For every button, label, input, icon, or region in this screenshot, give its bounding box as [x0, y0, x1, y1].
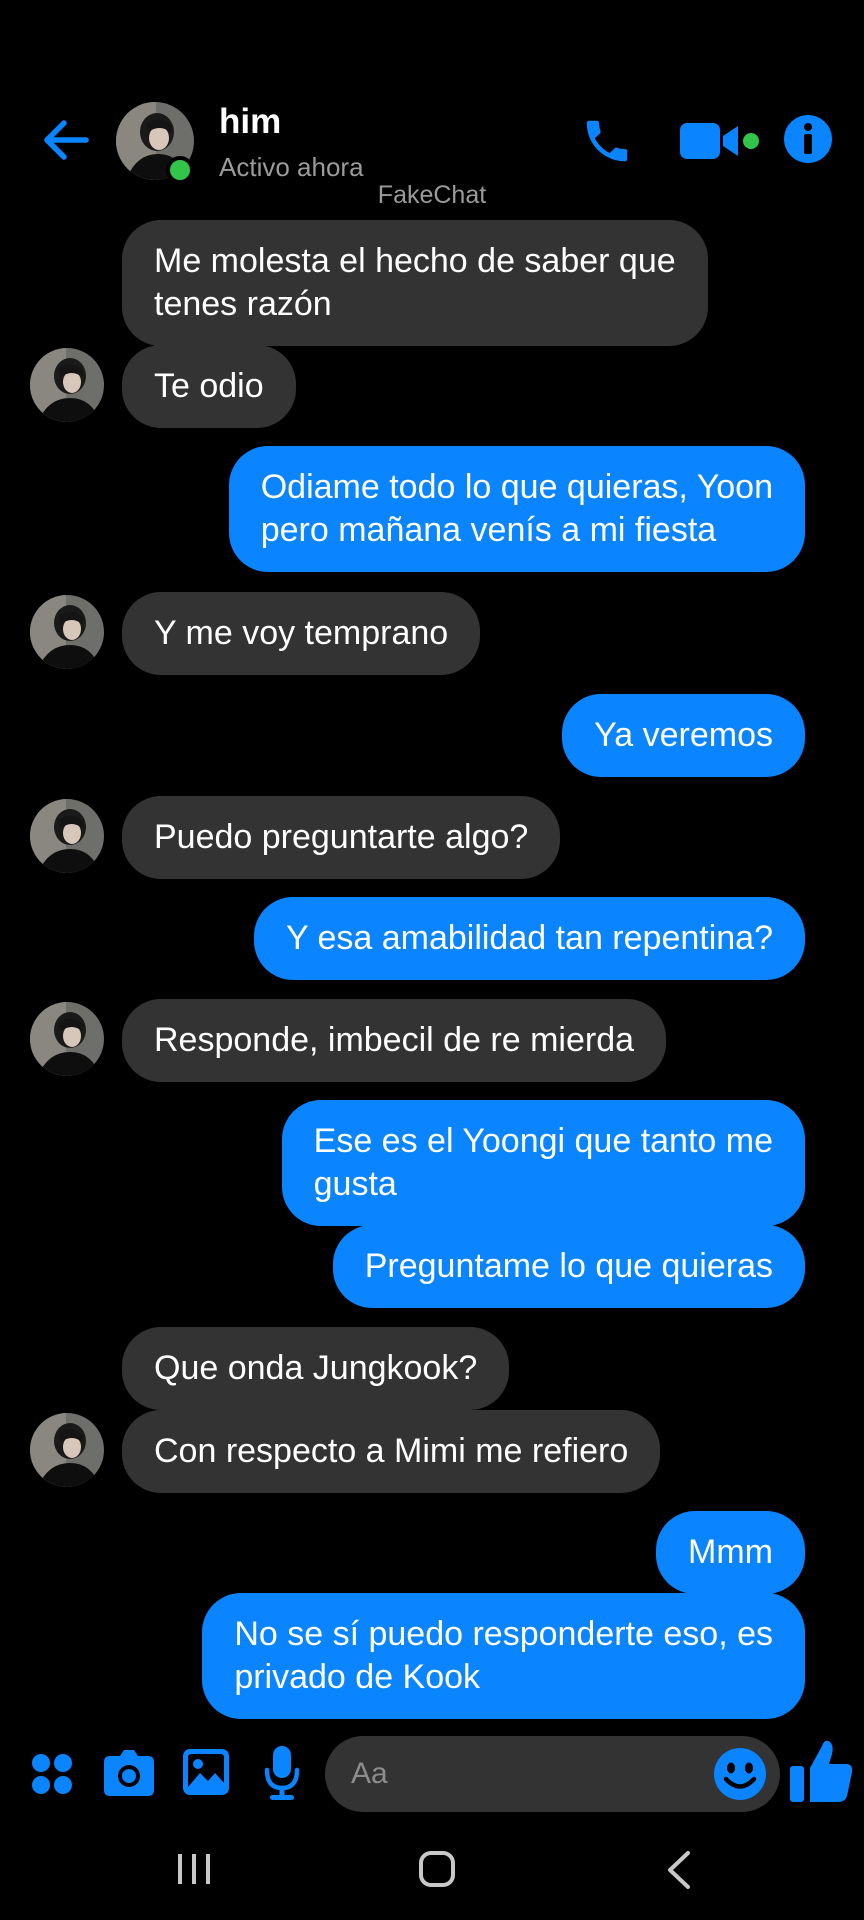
message-outgoing[interactable]: Y esa amabilidad tan repentina?: [253, 897, 805, 980]
message-line: Te odio: [154, 367, 264, 405]
message-incoming[interactable]: Responde, imbecil de re mierda: [122, 999, 667, 1082]
message-line: No se sí puedo responderte eso, es: [234, 1615, 773, 1653]
avatar[interactable]: [30, 799, 104, 873]
message-line: Con respecto a Mimi me refiero: [154, 1432, 629, 1470]
message-line: Puedo preguntarte algo?: [154, 818, 529, 856]
message-outgoing[interactable]: Preguntame lo que quieras: [332, 1225, 805, 1308]
message-input[interactable]: [351, 1736, 711, 1812]
chat-header: him Activo ahora FakeChat: [0, 0, 864, 215]
avatar[interactable]: [30, 1002, 104, 1076]
message-line: gusta: [313, 1165, 397, 1203]
avatar[interactable]: [30, 595, 104, 669]
avatar[interactable]: [30, 1413, 104, 1487]
apps-icon[interactable]: [30, 1752, 74, 1796]
message-outgoing[interactable]: Ya veremos: [562, 694, 805, 777]
message-line: Y esa amabilidad tan repentina?: [285, 919, 773, 957]
message-incoming[interactable]: Y me voy temprano: [122, 592, 481, 675]
message-line: privado de Kook: [234, 1658, 481, 1696]
message-line: Y me voy temprano: [154, 614, 449, 652]
message-outgoing[interactable]: Odiame todo lo que quieras, Yoon pero ma…: [228, 446, 805, 572]
message-line: Ese es el Yoongi que tanto me: [313, 1122, 773, 1160]
video-camera-icon[interactable]: [678, 117, 760, 165]
contact-name[interactable]: him: [219, 102, 281, 142]
message-line: Responde, imbecil de re mierda: [154, 1021, 635, 1059]
message-incoming[interactable]: Me molesta el hecho de saber que tenes r…: [122, 220, 708, 346]
info-icon[interactable]: [783, 114, 833, 164]
watermark-text: FakeChat: [377, 181, 487, 209]
message-incoming[interactable]: Con respecto a Mimi me refiero: [122, 1410, 661, 1493]
message-outgoing[interactable]: No se sí puedo responderte eso, es priva…: [202, 1593, 805, 1719]
arrow-left-icon[interactable]: [38, 112, 94, 168]
message-line: pero mañana venís a mi fiesta: [260, 511, 717, 549]
message-line: Que onda Jungkook?: [154, 1349, 478, 1387]
image-icon[interactable]: [183, 1749, 229, 1795]
message-line: Mmm: [688, 1533, 773, 1571]
smiley-icon[interactable]: [712, 1746, 768, 1802]
message-line: Odiame todo lo que quieras, Yoon: [260, 468, 773, 506]
recent-apps-icon[interactable]: [176, 1852, 212, 1886]
microphone-icon[interactable]: [264, 1746, 300, 1800]
message-incoming[interactable]: Que onda Jungkook?: [122, 1327, 510, 1410]
camera-icon[interactable]: [104, 1750, 154, 1796]
back-icon[interactable]: [664, 1850, 692, 1890]
message-incoming[interactable]: Te odio: [122, 345, 296, 428]
home-icon[interactable]: [418, 1850, 456, 1888]
message-line: Preguntame lo que quieras: [364, 1247, 773, 1285]
phone-icon[interactable]: [580, 114, 634, 168]
message-outgoing[interactable]: Ese es el Yoongi que tanto me gusta: [281, 1100, 805, 1226]
message-composer: [0, 1730, 864, 1816]
thumbs-up-icon[interactable]: [790, 1738, 854, 1804]
avatar[interactable]: [30, 348, 104, 422]
message-line: Ya veremos: [594, 716, 773, 754]
online-indicator: [166, 156, 194, 184]
message-line: Me molesta el hecho de saber que: [154, 242, 676, 280]
message-incoming[interactable]: Puedo preguntarte algo?: [122, 796, 561, 879]
active-status: Activo ahora: [219, 152, 364, 182]
message-line: tenes razón: [154, 285, 332, 323]
message-outgoing[interactable]: Mmm: [656, 1511, 805, 1594]
